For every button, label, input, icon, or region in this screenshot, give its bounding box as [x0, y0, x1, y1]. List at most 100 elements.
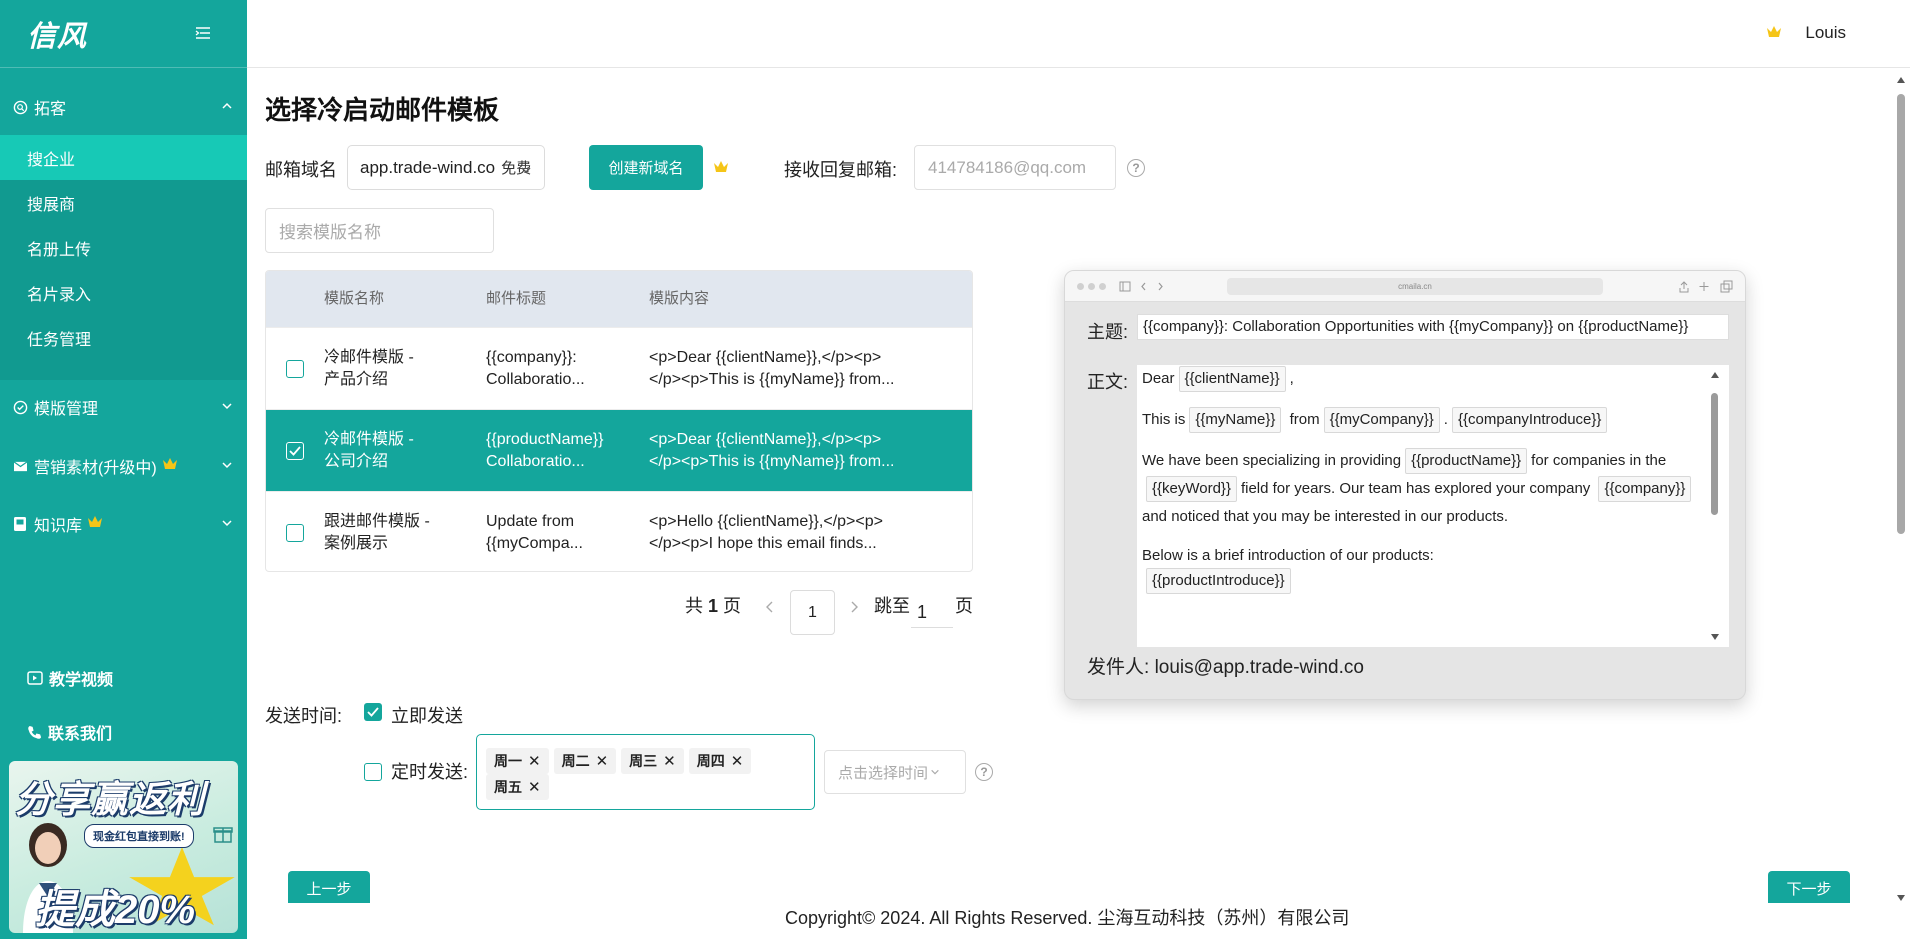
- row-name: 公司介绍: [324, 452, 389, 470]
- row-content: </p><p>I hope this email finds...: [649, 534, 877, 552]
- chip-label: 周一: [494, 753, 522, 769]
- row-title: {{myCompa...: [486, 534, 583, 552]
- reply-email-input[interactable]: 414784186@qq.com: [914, 145, 1116, 190]
- weekday-chip: 周一 ✕: [486, 748, 549, 774]
- sidebar-item-list-upload[interactable]: 名册上传: [0, 225, 247, 270]
- row-content: <p>Hello {{clientName}},</p><p>: [649, 512, 883, 530]
- contact-us-label: 联系我们: [48, 726, 113, 743]
- row-name: 案例展示: [324, 534, 389, 552]
- template-search-input[interactable]: 搜索模版名称: [265, 208, 494, 253]
- book-icon: [10, 514, 30, 534]
- scroll-down-icon[interactable]: [1896, 894, 1906, 902]
- table-row[interactable]: 冷邮件模版 - 产品介绍 {{company}}: Collaboratio... …: [266, 327, 972, 409]
- menu-collapse-icon[interactable]: [192, 22, 214, 44]
- menu-group-marketing[interactable]: 营销素材(升级中): [0, 438, 247, 494]
- video-icon: [27, 671, 43, 685]
- chip-label: 周五: [494, 779, 522, 795]
- domain-select[interactable]: app.trade-wind.co 免费: [347, 145, 545, 190]
- create-domain-button[interactable]: 创建新域名: [589, 145, 703, 190]
- placeholder-chip: {{companyIntroduce}}: [1451, 407, 1608, 433]
- weekday-select[interactable]: 周一 ✕ 周二 ✕ 周三 ✕ 周四 ✕ 周五 ✕: [476, 734, 815, 810]
- scroll-up-icon[interactable]: [1710, 371, 1720, 379]
- crown-icon[interactable]: [1766, 25, 1782, 43]
- referral-banner[interactable]: 分享赢返利 现金红包直接到账! 提成20%: [9, 761, 238, 933]
- sidebar-item-search-companies[interactable]: 搜企业: [0, 135, 247, 180]
- phone-icon: [28, 725, 42, 739]
- row-checkbox[interactable]: [286, 359, 304, 378]
- subject-label: 主题:: [1087, 322, 1129, 342]
- domain-label: 邮箱域名: [265, 160, 337, 180]
- row-checkbox[interactable]: [286, 523, 304, 542]
- total-prefix: 共: [685, 596, 703, 616]
- table-header: 模版名称 邮件标题 模版内容: [266, 271, 972, 327]
- header-template-content: 模版内容: [649, 290, 710, 307]
- chevron-down-icon: [931, 769, 939, 775]
- body-text: from: [1289, 411, 1320, 428]
- template-table: 模版名称 邮件标题 模版内容 冷邮件模版 - 产品介绍 {{company}}: C…: [265, 270, 973, 572]
- email-preview-window: cmaila.cn 主题: {{company}}: Collaboration…: [1064, 270, 1746, 700]
- sidebar-item-card-entry[interactable]: 名片录入: [0, 270, 247, 315]
- browser-action-icons: [1679, 280, 1733, 293]
- total-pages: 1: [708, 596, 719, 616]
- help-icon[interactable]: ?: [975, 763, 993, 781]
- browser-nav-icons: [1119, 281, 1163, 292]
- scroll-up-icon[interactable]: [1896, 76, 1906, 84]
- browser-toolbar: cmaila.cn: [1065, 271, 1745, 302]
- check-icon: [367, 707, 379, 717]
- total-suffix: 页: [723, 596, 742, 616]
- user-name[interactable]: Louis: [1805, 23, 1846, 43]
- body-text: Dear: [1142, 370, 1175, 387]
- page-title: 选择冷启动邮件模板: [265, 95, 500, 125]
- chevron-down-icon: [520, 161, 532, 181]
- placeholder-chip: {{productIntroduce}}: [1146, 568, 1291, 594]
- menu-group-label: 知识库: [34, 518, 83, 535]
- close-icon[interactable]: ✕: [528, 752, 541, 770]
- sidebar-item-search-exhibitors[interactable]: 搜展商: [0, 180, 247, 225]
- row-checkbox[interactable]: [286, 441, 304, 460]
- tutorial-video-link[interactable]: 教学视频: [27, 666, 113, 690]
- page-scrollbar[interactable]: [1892, 68, 1910, 939]
- sender-row: 发件人: louis@app.trade-wind.co: [1087, 652, 1364, 679]
- send-time-label: 发送时间:: [265, 706, 343, 726]
- immediate-send-checkbox[interactable]: [364, 703, 382, 721]
- jump-suffix: 页: [955, 596, 973, 616]
- body-text: field for years. Our team has explored y…: [1240, 480, 1591, 497]
- jump-input[interactable]: 1: [911, 598, 953, 628]
- contact-us-link[interactable]: 联系我们: [27, 720, 112, 744]
- close-icon[interactable]: ✕: [663, 752, 676, 770]
- prev-step-button[interactable]: 上一步: [288, 871, 370, 903]
- check-circle-icon: [10, 397, 30, 417]
- page-number[interactable]: 1: [790, 590, 835, 635]
- chip-label: 周三: [629, 753, 658, 769]
- scheduled-send-checkbox[interactable]: [364, 763, 382, 781]
- scroll-thumb[interactable]: [1897, 94, 1905, 534]
- next-step-button[interactable]: 下一步: [1768, 871, 1850, 903]
- scroll-thumb[interactable]: [1711, 393, 1718, 515]
- body-text: the: [1645, 452, 1667, 469]
- table-row[interactable]: 冷邮件模版 - 公司介绍 {{productName}} Collaboratio.…: [266, 409, 972, 491]
- search-icon: [10, 97, 30, 117]
- menu-group-prospecting[interactable]: 拓客: [0, 79, 247, 135]
- scroll-down-icon[interactable]: [1710, 633, 1720, 641]
- help-icon[interactable]: ?: [1127, 159, 1145, 177]
- close-icon[interactable]: ✕: [596, 752, 609, 770]
- app-logo: 信风: [27, 20, 88, 53]
- sidebar-item-task-management[interactable]: 任务管理: [0, 315, 247, 360]
- menu-group-templates[interactable]: 模版管理: [0, 379, 247, 435]
- crown-icon: [87, 515, 103, 533]
- chevron-left-icon[interactable]: [765, 600, 775, 618]
- close-icon[interactable]: ✕: [528, 778, 541, 796]
- weekday-chip: 周五 ✕: [486, 774, 549, 800]
- chevron-right-icon[interactable]: [849, 600, 859, 618]
- body-scrollbar[interactable]: [1709, 365, 1721, 647]
- browser-url: cmaila.cn: [1227, 278, 1603, 295]
- close-icon[interactable]: ✕: [731, 752, 744, 770]
- crown-icon: [162, 457, 178, 475]
- body-text: We have been specializing in providing: [1142, 452, 1402, 469]
- table-row[interactable]: 跟进邮件模版 - 案例展示 Update from {{myCompa... <p>…: [266, 491, 972, 571]
- row-name: 跟进邮件模版 -: [324, 512, 430, 530]
- menu-group-knowledge[interactable]: 知识库: [0, 496, 247, 552]
- time-select[interactable]: 点击选择时间: [824, 750, 966, 794]
- row-content: </p><p>This is {{myName}} from...: [649, 370, 895, 388]
- menu-group-label: 拓客: [34, 101, 67, 118]
